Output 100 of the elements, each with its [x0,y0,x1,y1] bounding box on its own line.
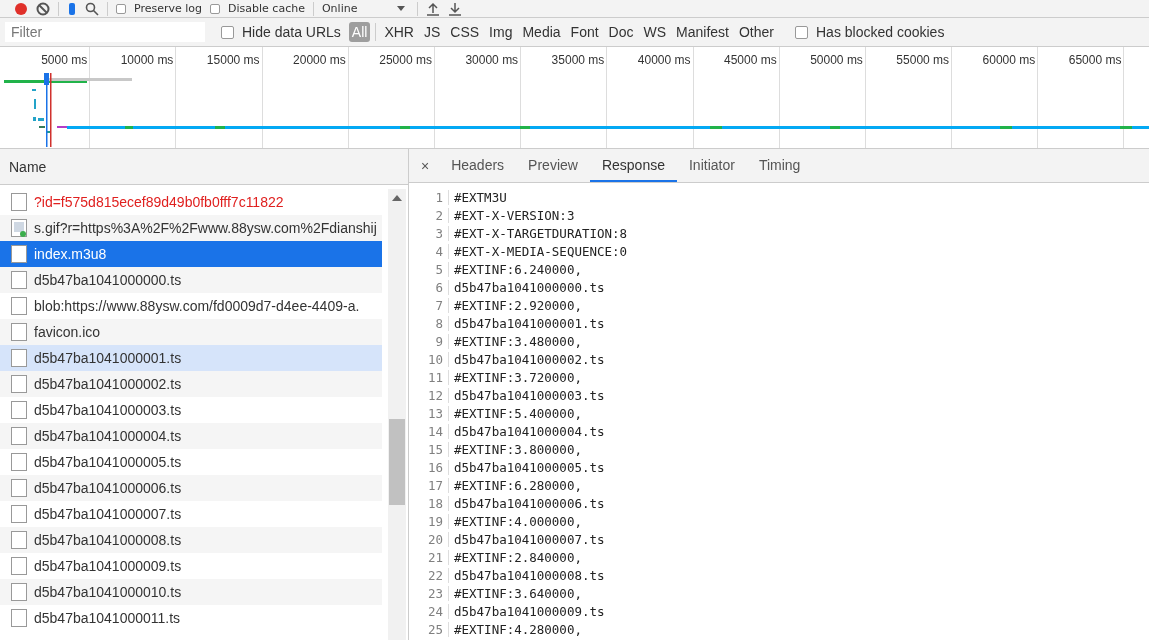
preserve-log-checkbox[interactable] [116,3,126,14]
line-number: 16 [409,459,449,475]
code-line: #EXTINF:3.720000, [453,369,582,385]
blocked-cookies-checkbox[interactable] [795,25,808,39]
detail-tab[interactable]: Timing [746,149,813,182]
time-tick-label: 65000 ms [1068,53,1122,67]
request-row[interactable]: d5b47ba1041000002.ts [0,371,382,397]
scroll-up-icon[interactable] [392,195,402,201]
time-tick-label: 25000 ms [379,53,432,67]
file-icon [11,323,27,341]
type-filter[interactable]: WS [640,22,670,42]
time-tick-label: 35000 ms [551,53,605,67]
line-number: 19 [409,513,449,529]
code-line: d5b47ba1041000008.ts [453,567,605,583]
type-filter[interactable]: Other [736,22,777,42]
request-row[interactable]: d5b47ba1041000001.ts [0,345,382,371]
upload-icon[interactable] [426,1,441,16]
type-filter[interactable]: CSS [447,22,483,42]
line-number: 21 [409,549,449,565]
scrollbar[interactable] [388,189,406,640]
code-line: d5b47ba1041000009.ts [453,603,605,619]
code-line: d5b47ba1041000007.ts [453,531,605,547]
blocked-cookies-label: Has blocked cookies [816,24,945,40]
line-number: 13 [409,405,449,421]
request-row[interactable]: d5b47ba1041000000.ts [0,267,382,293]
code-line: d5b47ba1041000001.ts [453,315,605,331]
clear-icon[interactable] [36,1,50,16]
request-row[interactable]: d5b47ba1041000008.ts [0,527,382,553]
close-button[interactable]: × [409,149,440,182]
detail-tab[interactable]: Initiator [676,149,747,182]
search-icon[interactable] [85,1,99,16]
time-tick-label: 55000 ms [896,53,950,67]
caret-icon [397,6,406,11]
line-number: 22 [409,567,449,583]
line-number: 24 [409,603,449,619]
line-number: 8 [409,315,449,331]
hide-data-urls-label: Hide data URLs [242,24,341,40]
request-row[interactable]: d5b47ba1041000010.ts [0,579,382,605]
scrollbar-thumb[interactable] [389,419,405,505]
detail-tab[interactable]: Headers [439,149,517,182]
file-icon [11,245,27,263]
code-line: d5b47ba1041000005.ts [453,459,605,475]
code-line: #EXTM3U [453,189,507,205]
request-row[interactable]: s.gif?r=https%3A%2F%2Fwww.88ysw.com%2Fdianshij [0,215,382,241]
code-line: d5b47ba1041000003.ts [453,387,605,403]
record-icon[interactable] [14,1,28,16]
type-filter[interactable]: XHR [381,22,417,42]
download-icon[interactable] [448,1,463,16]
disable-cache-label: Disable cache [228,2,305,15]
time-tick-label: 40000 ms [637,53,691,67]
code-line: #EXTINF:5.400000, [453,405,582,421]
request-row[interactable]: index.m3u8 [0,241,382,267]
file-icon [11,583,27,601]
time-tick-label: 60000 ms [982,53,1036,67]
line-number: 4 [409,243,449,259]
filter-field[interactable]: Filter [5,22,205,42]
type-filter[interactable]: Font [567,22,602,42]
code-line: #EXTINF:3.480000, [453,333,582,349]
line-number: 11 [409,369,449,385]
type-filter[interactable]: Doc [605,22,637,42]
file-icon [11,297,27,315]
line-number: 25 [409,621,449,637]
time-tick-label: 15000 ms [206,53,260,67]
detail-tab[interactable]: Response [589,149,677,182]
request-row[interactable]: d5b47ba1041000006.ts [0,475,382,501]
filter-icon[interactable] [67,1,77,16]
file-icon [11,531,27,549]
time-tick-label: 5000 ms [41,53,88,67]
file-icon [11,427,27,445]
time-tick-label: 50000 ms [810,53,863,67]
file-icon [11,375,27,393]
code-line: #EXTINF:4.000000, [453,513,582,529]
image-file-icon [11,219,27,237]
time-tick-label: 30000 ms [465,53,519,67]
code-line: d5b47ba1041000006.ts [453,495,605,511]
time-tick-label: 20000 ms [293,53,346,67]
code-line: d5b47ba1041000004.ts [453,423,605,439]
file-icon [11,453,27,471]
type-filter[interactable]: JS [420,22,444,42]
type-filter[interactable]: Manifest [673,22,732,42]
hide-data-urls-checkbox[interactable] [221,25,234,39]
disable-cache-checkbox[interactable] [210,3,221,14]
request-row[interactable]: favicon.ico [0,319,382,345]
request-row[interactable]: d5b47ba1041000004.ts [0,423,382,449]
preserve-log-label: Preserve log [134,2,203,15]
code-line: #EXTINF:4.280000, [453,621,582,637]
code-line: #EXTINF:2.920000, [453,297,582,313]
code-line: d5b47ba1041000000.ts [453,279,605,295]
type-filter[interactable]: Media [519,22,564,42]
code-line: #EXT-X-VERSION:3 [453,207,575,223]
detail-tab[interactable]: Preview [516,149,590,182]
type-filter[interactable]: Img [486,22,516,42]
line-number: 7 [409,297,449,313]
file-icon [11,557,27,575]
line-number: 15 [409,441,449,457]
throttling-dropdown[interactable]: Online [321,2,410,15]
name-column-header[interactable]: Name [9,158,47,175]
line-number: 2 [409,207,449,223]
line-number: 6 [409,279,449,295]
file-icon [11,479,27,497]
